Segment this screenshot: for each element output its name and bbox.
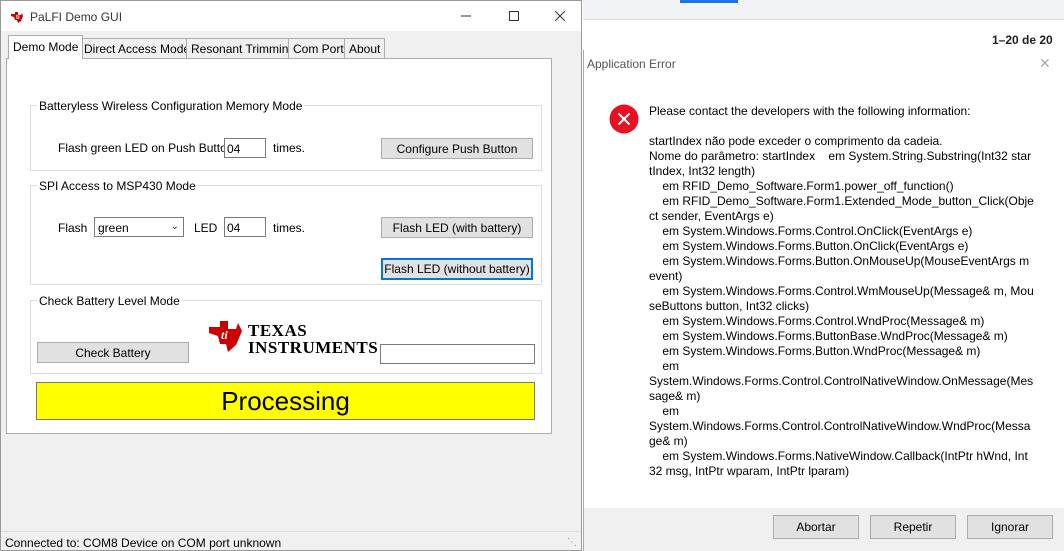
minimize-icon <box>461 15 471 17</box>
tab-direct-access-mode[interactable]: Direct Access Mode <box>79 38 196 58</box>
palfi-demo-window: ti PaLFI Demo GUI Demo Mode Direct Acces… <box>0 0 582 551</box>
group-title: Check Battery Level Mode <box>37 294 182 308</box>
svg-text:ti: ti <box>16 15 20 21</box>
brand-line2: INSTRUMENTS <box>248 338 379 357</box>
window-title: PaLFI Demo GUI <box>30 10 123 24</box>
close-icon <box>555 11 565 21</box>
status-text: Connected to: COM8 Device on COM port un… <box>5 536 282 550</box>
flash-led-with-battery-button[interactable]: Flash LED (with battery) <box>381 217 533 238</box>
battery-level-output[interactable] <box>380 344 535 364</box>
svg-text:ti: ti <box>221 328 228 342</box>
maximize-button[interactable] <box>491 1 537 31</box>
group-title: Batteryless Wireless Configuration Memor… <box>37 99 305 113</box>
tab-about[interactable]: About <box>344 38 386 58</box>
configure-push-button[interactable]: Configure Push Button <box>381 138 533 159</box>
minimize-button[interactable] <box>443 1 489 31</box>
abort-button[interactable]: Abortar <box>773 515 859 539</box>
close-icon[interactable]: ✕ <box>1039 55 1051 72</box>
led-color-select[interactable]: green ⌄ <box>94 217 184 237</box>
ignore-button[interactable]: Ignorar <box>967 515 1053 539</box>
tab-com-port[interactable]: Com Port <box>288 38 349 58</box>
dialog-title-bar[interactable]: Application Error ✕ <box>584 50 1064 78</box>
texas-instruments-logo: ti TEXAS INSTRUMENTS <box>206 317 379 357</box>
dialog-title: Application Error <box>587 57 676 71</box>
times-label: times. <box>273 141 306 155</box>
resize-grip-icon[interactable]: ⋱ <box>567 537 577 548</box>
ti-logo-icon: ti <box>209 321 242 352</box>
led-label: LED <box>194 221 218 235</box>
error-details: startIndex não pode exceder o compriment… <box>649 134 1034 478</box>
led-color-value: green <box>98 221 129 235</box>
title-bar[interactable]: ti PaLFI Demo GUI <box>1 1 581 31</box>
status-bar: Connected to: COM8 Device on COM port un… <box>1 531 581 550</box>
check-battery-button[interactable]: Check Battery <box>37 342 189 363</box>
error-heading: Please contact the developers with the f… <box>649 104 971 118</box>
processing-banner: Processing <box>36 382 535 420</box>
group-title: SPI Access to MSP430 Mode <box>37 179 198 193</box>
close-button[interactable] <box>537 1 583 31</box>
error-icon <box>609 104 639 134</box>
retry-button[interactable]: Repetir <box>870 515 956 539</box>
tab-demo-mode[interactable]: Demo Mode <box>8 35 84 59</box>
application-error-dialog: Application Error ✕ Please contact the d… <box>583 50 1064 551</box>
maximize-icon <box>509 11 519 21</box>
times-label: times. <box>273 221 306 235</box>
flash-count-input[interactable]: 04 <box>224 217 266 237</box>
push-button-count-input[interactable]: 04 <box>224 138 266 158</box>
flash-led-without-battery-button[interactable]: Flash LED (without battery) <box>381 258 533 280</box>
flash-label: Flash <box>58 221 88 235</box>
pager-text: 1–20 de 20 <box>992 33 1053 47</box>
tab-resonant-trimming[interactable]: Resonant Trimming <box>186 38 301 58</box>
browser-tab-indicator <box>680 0 738 3</box>
ti-logo-icon: ti <box>11 12 23 23</box>
chevron-down-icon: ⌄ <box>170 221 179 232</box>
flash-push-button-label: Flash green LED on Push Button <box>58 141 234 155</box>
browser-toolbar <box>583 0 1064 20</box>
